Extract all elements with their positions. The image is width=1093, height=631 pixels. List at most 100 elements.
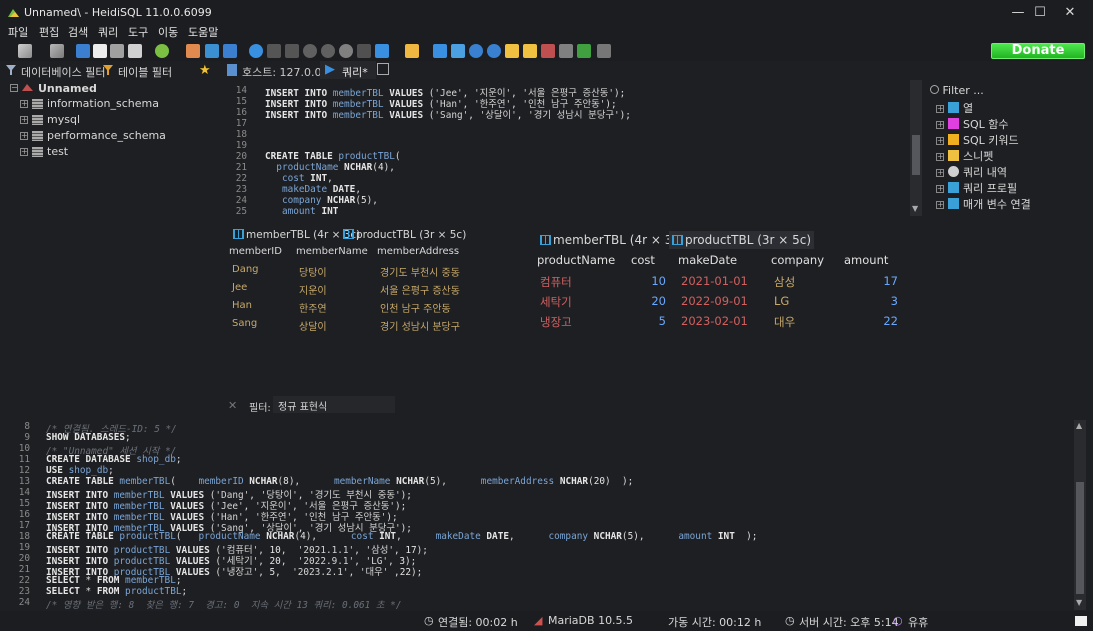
favorite-star-icon[interactable]: ★ <box>199 63 211 78</box>
column-header[interactable]: amount <box>844 253 888 267</box>
table-cell[interactable]: LG <box>774 294 789 308</box>
menu-help[interactable]: 도움말 <box>188 26 218 40</box>
tree-expand-icon[interactable]: + <box>20 148 28 156</box>
column-header[interactable]: memberName <box>296 246 368 257</box>
table-cell[interactable]: 20 <box>636 294 666 308</box>
find-icon[interactable] <box>469 44 483 58</box>
table-cell[interactable]: 대우 <box>774 314 795 330</box>
warning-icon[interactable] <box>523 44 537 58</box>
table-cell[interactable]: 서울 은평구 증산동 <box>380 282 460 297</box>
table-cell[interactable]: 냉장고 <box>540 314 572 330</box>
table-cell[interactable]: Jee <box>232 282 247 293</box>
post-changes-icon[interactable] <box>339 44 353 58</box>
table-cell[interactable]: 컴퓨터 <box>540 274 572 290</box>
table-cell[interactable]: 한주연 <box>299 300 327 315</box>
connect-icon[interactable] <box>18 44 32 58</box>
format-sql-icon[interactable] <box>505 44 519 58</box>
scroll-down-icon[interactable]: ▼ <box>1076 598 1082 607</box>
log-icon[interactable] <box>577 44 591 58</box>
insert-row-icon[interactable] <box>303 44 317 58</box>
helper-item[interactable]: + 쿼리 내역 <box>936 164 1007 180</box>
tree-root-unnamed[interactable]: Unnamed <box>38 82 97 95</box>
helper-item[interactable]: + 스니펫 <box>936 148 993 164</box>
replace-icon[interactable] <box>487 44 501 58</box>
last-record-icon[interactable] <box>285 44 299 58</box>
result-tab-producttbl-right[interactable]: productTBL (3r × 5c) <box>669 231 815 249</box>
helper-expand-icon[interactable]: + <box>936 201 944 209</box>
tab-host[interactable]: 호스트: 127.0.0.1 <box>242 64 332 80</box>
wrap-lines-icon[interactable] <box>559 44 573 58</box>
table-cell[interactable]: 인천 남구 주안동 <box>380 300 451 315</box>
table-filter-icon[interactable] <box>102 64 114 76</box>
new-query-tab-icon[interactable] <box>377 63 389 75</box>
user-manager-icon[interactable] <box>186 44 200 58</box>
import-export-icon[interactable] <box>223 44 237 58</box>
scroll-up-icon[interactable]: ▲ <box>1076 421 1082 430</box>
column-header[interactable]: cost <box>631 253 655 267</box>
filter-close-icon[interactable]: ✕ <box>228 399 237 412</box>
column-header[interactable]: memberAddress <box>377 246 459 257</box>
helper-expand-icon[interactable]: + <box>936 137 944 145</box>
paste-icon[interactable] <box>93 44 107 58</box>
copy-icon[interactable] <box>76 44 90 58</box>
cancel-changes-icon[interactable] <box>357 44 371 58</box>
log-scrollbar-thumb[interactable] <box>1076 482 1084 594</box>
table-cell[interactable]: Sang <box>232 318 257 329</box>
maintenance-icon[interactable] <box>205 44 219 58</box>
tree-item-test[interactable]: test <box>47 145 68 158</box>
helper-expand-icon[interactable]: + <box>936 185 944 193</box>
table-cell[interactable]: 세탁기 <box>540 294 572 310</box>
resize-grip-icon[interactable] <box>1075 616 1087 626</box>
column-header[interactable]: memberID <box>229 246 282 257</box>
log-scrollbar[interactable]: ▲ ▼ <box>1074 420 1086 610</box>
query-editor[interactable]: 14 INSERT INTO memberTBL VALUES ('Jee', '… <box>223 80 909 217</box>
menu-search[interactable]: 검색 <box>68 26 88 40</box>
table-cell[interactable]: Dang <box>232 264 259 275</box>
run-query-icon[interactable] <box>375 44 389 58</box>
menu-go[interactable]: 이동 <box>158 26 178 40</box>
table-cell[interactable]: 상달이 <box>299 318 327 333</box>
helper-item[interactable]: + SQL 함수 <box>936 116 1009 132</box>
refresh-icon[interactable] <box>155 44 169 58</box>
column-header[interactable]: makeDate <box>678 253 737 267</box>
helper-filter[interactable]: Filter ... <box>930 84 984 97</box>
helper-expand-icon[interactable]: + <box>936 121 944 129</box>
filter-input[interactable]: 정규 표현식 <box>273 396 395 413</box>
tree-expand-icon[interactable]: + <box>20 132 28 140</box>
save-sql-icon[interactable] <box>433 44 447 58</box>
first-record-icon[interactable] <box>267 44 281 58</box>
column-header[interactable]: company <box>771 253 824 267</box>
helper-item[interactable]: + 열 <box>936 100 973 116</box>
helper-item[interactable]: + 매개 변수 연결 <box>936 196 1031 212</box>
undo-icon[interactable] <box>110 44 124 58</box>
column-header[interactable]: productName <box>537 253 615 267</box>
db-filter-label[interactable]: 데이터베이스 필터 <box>21 64 105 80</box>
menu-file[interactable]: 파일 <box>8 26 28 40</box>
table-cell[interactable]: 2021-01-01 <box>681 274 748 288</box>
table-cell[interactable]: 22 <box>868 314 898 328</box>
helper-expand-icon[interactable]: + <box>936 153 944 161</box>
save-icon[interactable] <box>128 44 142 58</box>
helper-expand-icon[interactable]: + <box>936 169 944 177</box>
delete-row-icon[interactable] <box>321 44 335 58</box>
tree-expand-icon[interactable]: + <box>20 116 28 124</box>
table-cell[interactable]: 3 <box>868 294 898 308</box>
help-icon[interactable] <box>249 44 263 58</box>
table-cell[interactable]: 2022-09-01 <box>681 294 748 308</box>
tree-item-performance-schema[interactable]: performance_schema <box>47 129 166 142</box>
db-filter-icon[interactable] <box>5 64 17 76</box>
tree-expand-icon[interactable]: + <box>20 100 28 108</box>
table-cell[interactable]: 경기도 부천시 중동 <box>380 264 460 279</box>
menu-tools[interactable]: 도구 <box>128 26 148 40</box>
disconnect-icon[interactable] <box>50 44 64 58</box>
menu-edit[interactable]: 편집 <box>39 26 59 40</box>
close-button[interactable]: ✕ <box>1047 0 1093 26</box>
table-cell[interactable]: 경기 성남시 분당구 <box>380 318 460 333</box>
helper-expand-icon[interactable]: + <box>936 105 944 113</box>
helper-item[interactable]: + 쿼리 프로필 <box>936 180 1017 196</box>
table-cell[interactable]: 2023-02-01 <box>681 314 748 328</box>
table-filter-label[interactable]: 테이블 필터 <box>118 64 172 80</box>
table-cell[interactable]: 17 <box>868 274 898 288</box>
scroll-down-icon[interactable]: ▼ <box>912 204 918 213</box>
save-as-icon[interactable] <box>451 44 465 58</box>
